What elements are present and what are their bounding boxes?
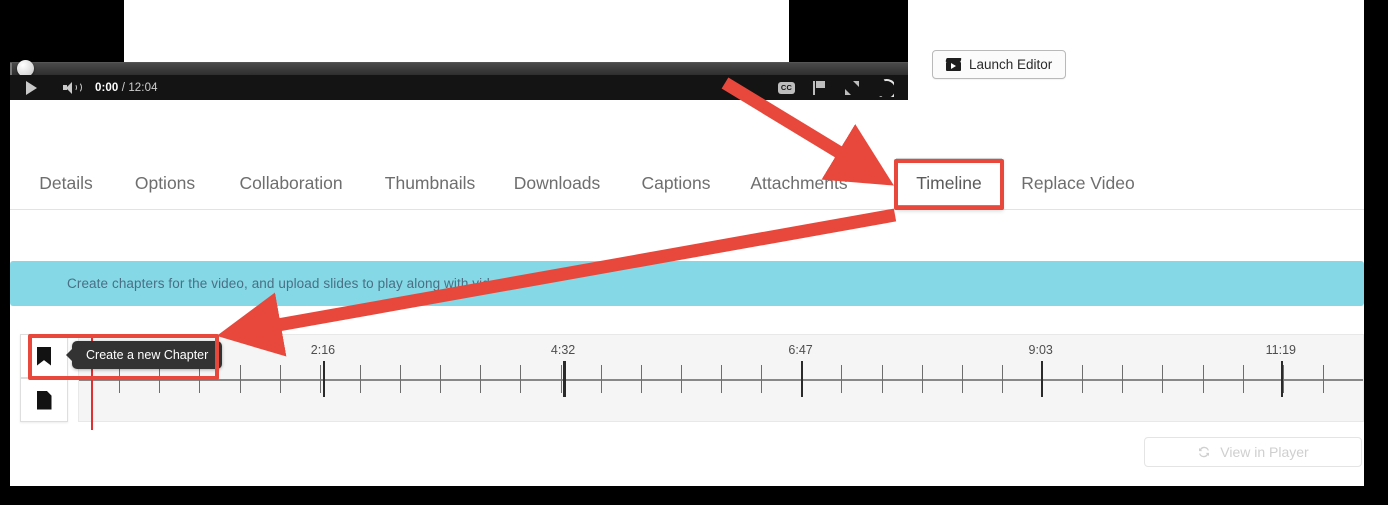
tab-attachments[interactable]: Attachments bbox=[738, 158, 860, 209]
timeline-tick-minor bbox=[680, 365, 682, 393]
tab-replace-video[interactable]: Replace Video bbox=[1010, 158, 1146, 209]
timeline-tick-minor bbox=[961, 365, 963, 393]
night-mode-moon-icon[interactable] bbox=[877, 78, 894, 97]
timeline-tick-minor bbox=[279, 365, 281, 393]
info-banner-text: Create chapters for the video, and uploa… bbox=[67, 276, 509, 291]
timeline-tick-label: 4:32 bbox=[550, 343, 576, 357]
tab-options[interactable]: Options bbox=[122, 158, 208, 209]
view-in-player-label: View in Player bbox=[1220, 444, 1309, 460]
timeline-tick-major bbox=[800, 361, 804, 397]
timeline-tick-minor bbox=[119, 365, 121, 393]
player-control-bar: 0:00 / 12:04 CC bbox=[10, 75, 908, 100]
scrubber-track[interactable] bbox=[10, 62, 908, 75]
timeline-tick-major bbox=[563, 361, 566, 397]
create-chapter-tooltip: Create a new Chapter bbox=[65, 341, 223, 369]
tab-label: Details bbox=[39, 173, 93, 193]
tab-thumbnails[interactable]: Thumbnails bbox=[374, 158, 486, 209]
timeline-tick-minor bbox=[881, 365, 883, 393]
tab-collaboration[interactable]: Collaboration bbox=[224, 158, 358, 209]
create-chapter-button[interactable] bbox=[20, 334, 68, 378]
timeline-tick-minor bbox=[1162, 365, 1164, 393]
closed-captions-icon[interactable]: CC bbox=[778, 81, 795, 94]
timeline-tick-minor bbox=[520, 365, 522, 393]
scrubber-progress bbox=[10, 63, 12, 75]
time-separator: / bbox=[118, 81, 129, 94]
timeline-tick-minor bbox=[640, 365, 642, 393]
tab-label: Captions bbox=[641, 173, 711, 193]
flag-icon[interactable] bbox=[813, 80, 827, 95]
play-button[interactable] bbox=[10, 75, 52, 100]
screenshot-root: 0:00 / 12:04 CC Launch Editor Details Op… bbox=[0, 0, 1388, 505]
info-banner: Create chapters for the video, and uploa… bbox=[10, 261, 1364, 306]
play-icon bbox=[25, 80, 37, 95]
timeline-tick-minor bbox=[159, 365, 161, 393]
timeline-tick-minor bbox=[600, 365, 602, 393]
timeline-tick-minor bbox=[480, 365, 482, 393]
tab-label: Timeline bbox=[916, 173, 982, 193]
timeline-tick-minor bbox=[239, 365, 241, 393]
timeline-tick-minor bbox=[319, 365, 321, 393]
volume-button[interactable] bbox=[52, 75, 90, 100]
timeline-track-area[interactable]: 2:164:326:479:0311:19 0:00 bbox=[78, 334, 1364, 430]
timeline-tick-label: 6:47 bbox=[788, 343, 813, 357]
settings-tab-bar: Details Options Collaboration Thumbnails Dow… bbox=[10, 158, 1364, 210]
timeline-tick-minor bbox=[1242, 365, 1244, 393]
timeline-tick-label: 9:03 bbox=[1028, 343, 1053, 357]
timeline-tick-minor bbox=[400, 365, 401, 393]
tab-label: Thumbnails bbox=[384, 173, 476, 193]
video-stage[interactable] bbox=[10, 0, 908, 62]
timeline-tick-minor bbox=[1001, 365, 1003, 393]
tab-label: Options bbox=[134, 173, 196, 193]
player-right-controls: CC bbox=[778, 75, 894, 100]
total-time: 12:04 bbox=[128, 81, 158, 94]
view-in-player-button[interactable]: View in Player bbox=[1144, 437, 1362, 467]
timeline-tick-label: 11:19 bbox=[1265, 343, 1296, 357]
sync-icon bbox=[1197, 445, 1211, 459]
timeline-tick-major bbox=[322, 361, 326, 397]
fullscreen-icon[interactable] bbox=[845, 80, 859, 95]
timeline-tick-minor bbox=[721, 365, 722, 393]
launch-editor-button[interactable]: Launch Editor bbox=[932, 50, 1067, 79]
bookmark-icon bbox=[37, 347, 51, 366]
timeline-tick-minor bbox=[1322, 365, 1324, 393]
current-time: 0:00 bbox=[95, 81, 119, 94]
timeline-tick-minor bbox=[1202, 365, 1204, 393]
timeline-tick-minor bbox=[761, 365, 763, 393]
timeline-tick-minor bbox=[440, 365, 442, 393]
launch-editor-label: Launch Editor bbox=[969, 57, 1053, 72]
timeline-tick-minor bbox=[199, 365, 201, 393]
tab-downloads[interactable]: Downloads bbox=[502, 158, 612, 209]
clapperboard-icon bbox=[945, 58, 962, 71]
speaker-icon bbox=[62, 81, 82, 94]
tab-label: Replace Video bbox=[1021, 173, 1135, 193]
time-display: 0:00 / 12:04 bbox=[95, 82, 158, 94]
tab-timeline[interactable]: Timeline bbox=[896, 158, 1002, 209]
upload-slide-button[interactable] bbox=[20, 378, 68, 422]
timeline-tick-minor bbox=[1122, 365, 1124, 393]
timeline-tick-minor bbox=[359, 365, 361, 393]
video-player[interactable]: 0:00 / 12:04 CC bbox=[10, 0, 908, 100]
tab-label: Collaboration bbox=[239, 173, 343, 193]
tab-details[interactable]: Details bbox=[26, 158, 106, 209]
timeline-tick-minor bbox=[921, 365, 923, 393]
timeline-tick-major bbox=[1280, 361, 1284, 397]
timeline-tick-minor bbox=[841, 365, 843, 393]
video-frame bbox=[124, 0, 789, 62]
tab-captions[interactable]: Captions bbox=[630, 158, 722, 209]
timeline-tick-minor bbox=[560, 365, 562, 393]
document-icon bbox=[37, 391, 52, 410]
tab-label: Attachments bbox=[750, 173, 848, 193]
timeline-tick-label: 2:16 bbox=[310, 343, 336, 357]
tab-label: Downloads bbox=[513, 173, 601, 193]
page-canvas: 0:00 / 12:04 CC Launch Editor Details Op… bbox=[10, 0, 1364, 486]
timeline-tick-minor bbox=[1082, 365, 1084, 393]
timeline-tick-major bbox=[1040, 361, 1044, 397]
